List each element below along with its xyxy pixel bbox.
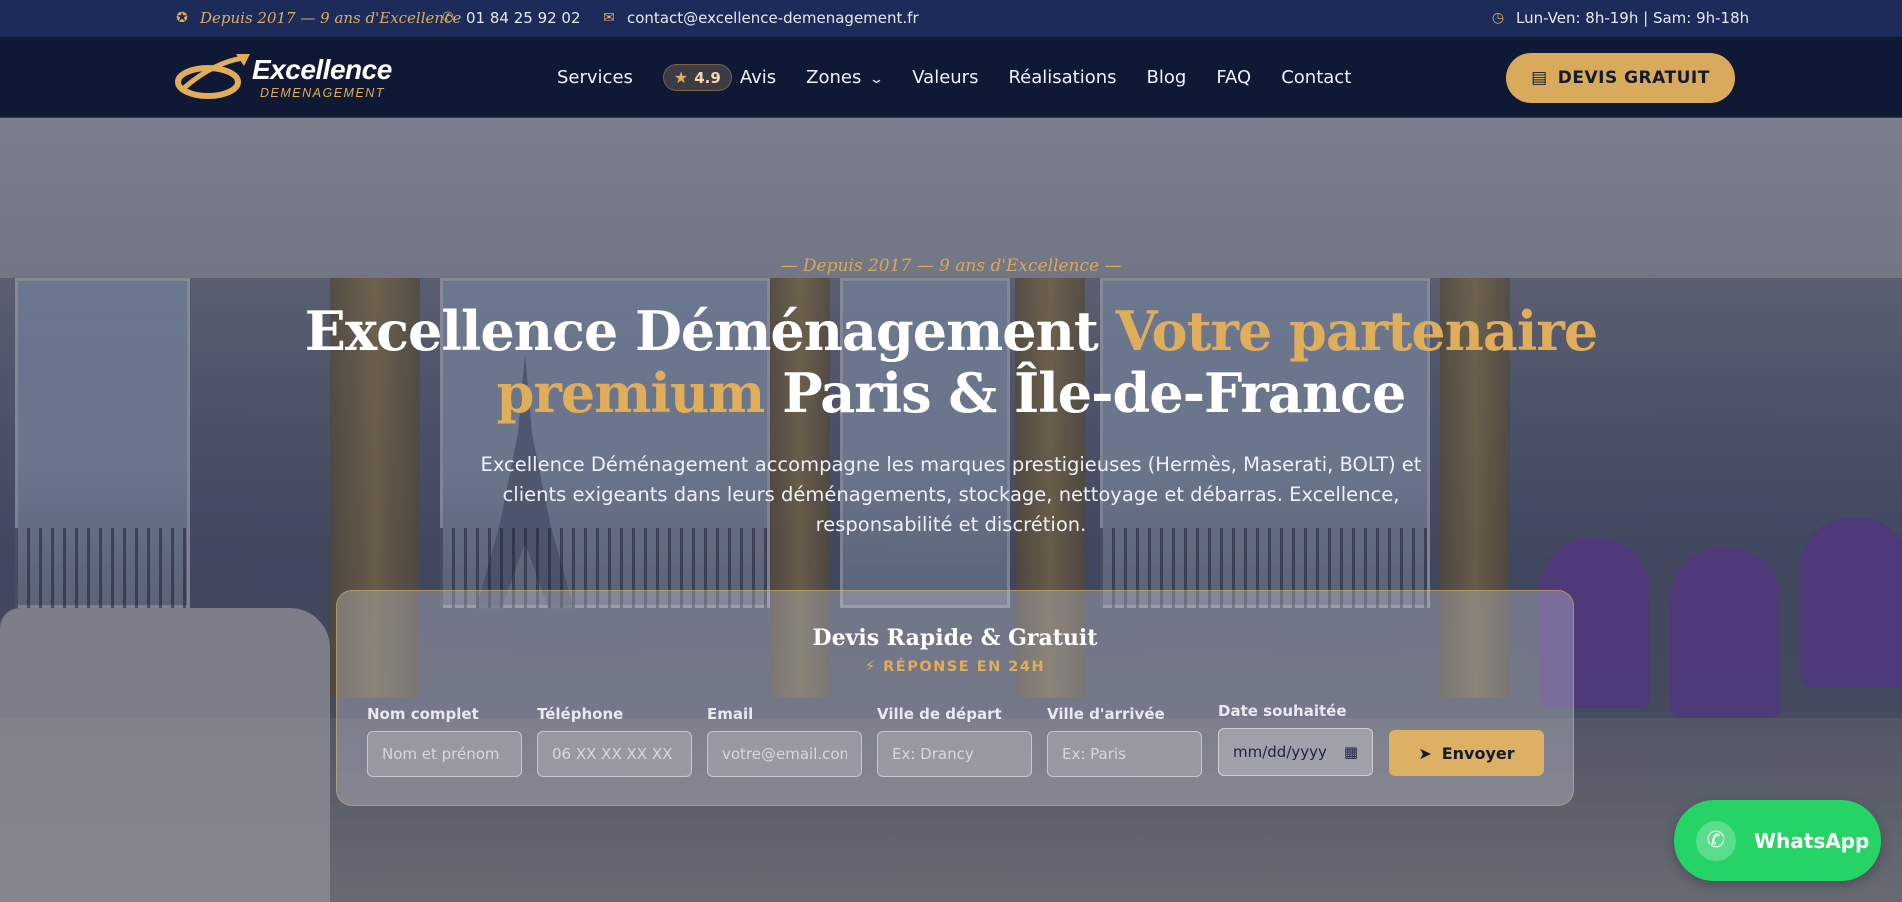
hours-item: ◷ Lun-Ven: 8h-19h | Sam: 9h-18h — [1490, 9, 1749, 27]
top-info-bar: ✪ Depuis 2017 — 9 ans d'Excellence ✆ 01 … — [0, 0, 1902, 37]
nav-realisations[interactable]: Réalisations — [1008, 67, 1116, 88]
date-input-value: mm/dd/yyyy — [1233, 743, 1327, 761]
brand-name: Excellence — [252, 54, 392, 85]
submit-label: Envoyer — [1441, 743, 1515, 763]
tagline-item: ✪ Depuis 2017 — 9 ans d'Excellence — [174, 9, 461, 27]
calendar-icon: ▦ — [1343, 743, 1358, 761]
brand-subtitle: DEMENAGEMENT — [260, 86, 385, 100]
date-input[interactable]: mm/dd/yyyy ▦ — [1218, 728, 1373, 776]
whatsapp-label: WhatsApp — [1754, 828, 1870, 853]
phone-icon: ✆ — [442, 10, 454, 26]
date-label: Date souhaitée — [1218, 702, 1347, 720]
field-email: Email — [707, 705, 862, 777]
logo-swoosh-icon — [175, 54, 250, 99]
email-text: contact@excellence-demenagement.fr — [627, 9, 919, 27]
document-icon: ▤ — [1531, 68, 1548, 88]
nav-menu: Services ★ 4.9 Avis Zones ⌄ Valeurs Réali… — [557, 37, 1381, 118]
nav-zones[interactable]: Zones ⌄ — [806, 67, 885, 88]
clock-icon: ◷ — [1491, 10, 1505, 26]
hero-section: — Depuis 2017 — 9 ans d'Excellence — Exc… — [0, 118, 1902, 902]
nav-avis[interactable]: Avis — [740, 67, 776, 88]
submit-button[interactable]: ➤ Envoyer — [1389, 730, 1544, 776]
quote-form: Devis Rapide & Gratuit ⚡ RÉPONSE EN 24H … — [336, 590, 1574, 806]
main-navbar: Excellence DEMENAGEMENT Services ★ 4.9 A… — [0, 37, 1902, 118]
star-icon: ★ — [673, 68, 689, 87]
hero-title: Excellence Déménagement Votre partenaire… — [300, 300, 1602, 424]
nav-blog[interactable]: Blog — [1147, 67, 1187, 88]
field-full-name: Nom complet — [367, 705, 522, 777]
paper-plane-icon: ➤ — [1418, 743, 1432, 763]
arrival-label: Ville d'arrivée — [1047, 705, 1165, 723]
nav-services[interactable]: Services — [557, 67, 633, 88]
field-date: Date souhaitée mm/dd/yyyy ▦ — [1218, 702, 1373, 776]
award-icon: ✪ — [176, 10, 188, 26]
nav-valeurs[interactable]: Valeurs — [912, 67, 978, 88]
envelope-icon: ✉ — [603, 10, 615, 26]
hero-title-part1: Excellence Déménagement — [304, 299, 1116, 363]
free-quote-label: DEVIS GRATUIT — [1557, 68, 1710, 88]
full-name-label: Nom complet — [367, 705, 479, 723]
phone-label: Téléphone — [537, 705, 624, 723]
field-phone: Téléphone — [537, 705, 692, 777]
phone-text: 01 84 25 92 02 — [466, 9, 581, 27]
phone-input[interactable] — [537, 731, 692, 777]
field-arrival: Ville d'arrivée — [1047, 705, 1202, 777]
hero-description: Excellence Déménagement accompagne les m… — [480, 453, 1422, 536]
nav-zones-label: Zones — [806, 67, 862, 88]
nav-faq[interactable]: FAQ — [1216, 67, 1251, 88]
hero-title-part2: Paris & Île-de-France — [764, 361, 1406, 425]
nav-contact[interactable]: Contact — [1281, 67, 1351, 88]
field-departure: Ville de départ — [877, 705, 1032, 777]
departure-input[interactable] — [877, 731, 1032, 777]
tagline-text: Depuis 2017 — 9 ans d'Excellence — [200, 9, 462, 27]
phone-link[interactable]: ✆ 01 84 25 92 02 — [440, 9, 581, 27]
full-name-input[interactable] — [367, 731, 522, 777]
lightning-icon: ⚡ — [864, 659, 877, 675]
quote-form-subtitle-text: RÉPONSE EN 24H — [883, 659, 1046, 675]
quote-form-subtitle: ⚡ RÉPONSE EN 24H — [337, 659, 1573, 675]
chevron-down-icon: ⌄ — [869, 72, 885, 87]
whatsapp-icon: ✆ — [1696, 820, 1736, 861]
free-quote-button[interactable]: ▤ DEVIS GRATUIT — [1506, 53, 1735, 103]
email-label: Email — [707, 705, 754, 723]
arrival-input[interactable] — [1047, 731, 1202, 777]
whatsapp-button[interactable]: ✆ WhatsApp — [1674, 800, 1881, 881]
rating-value: 4.9 — [694, 68, 721, 87]
email-input[interactable] — [707, 731, 862, 777]
email-link[interactable]: ✉ contact@excellence-demenagement.fr — [601, 9, 919, 27]
quote-form-title: Devis Rapide & Gratuit — [812, 625, 1098, 651]
brand-logo[interactable]: Excellence DEMENAGEMENT — [174, 52, 394, 106]
rating-badge[interactable]: ★ 4.9 — [662, 64, 732, 91]
departure-label: Ville de départ — [877, 705, 1002, 723]
hours-text: Lun-Ven: 8h-19h | Sam: 9h-18h — [1516, 9, 1750, 27]
hero-tagline: — Depuis 2017 — 9 ans d'Excellence — — [780, 256, 1122, 276]
